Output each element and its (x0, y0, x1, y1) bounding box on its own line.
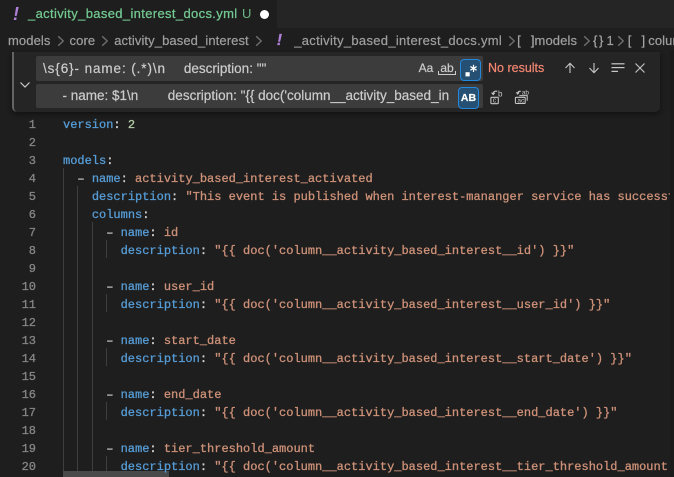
svg-text:b: b (498, 89, 503, 98)
svg-text:ac: ac (517, 98, 525, 105)
svg-text:c: c (493, 98, 497, 105)
